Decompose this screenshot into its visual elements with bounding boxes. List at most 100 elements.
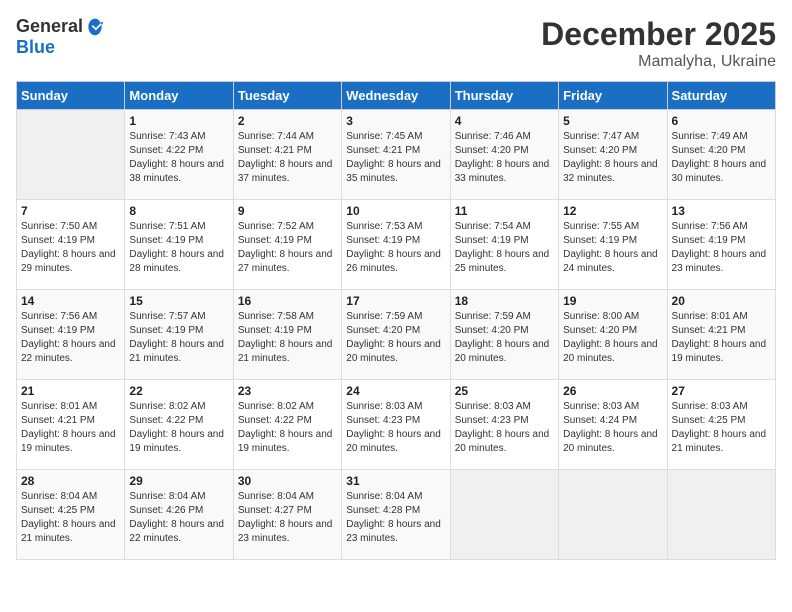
day-number: 14 [21, 294, 120, 308]
day-number: 31 [346, 474, 445, 488]
day-number: 11 [455, 204, 554, 218]
day-number: 13 [672, 204, 771, 218]
logo-blue-text: Blue [16, 37, 55, 58]
day-info: Sunrise: 8:02 AMSunset: 4:22 PMDaylight:… [238, 400, 337, 456]
calendar-cell: 7Sunrise: 7:50 AMSunset: 4:19 PMDaylight… [17, 200, 125, 290]
day-info: Sunrise: 7:50 AMSunset: 4:19 PMDaylight:… [21, 220, 120, 276]
weekday-header-wednesday: Wednesday [342, 82, 450, 110]
day-number: 23 [238, 384, 337, 398]
calendar-cell: 3 Sunrise: 7:45 AMSunset: 4:21 PMDaylight… [342, 110, 450, 200]
calendar-cell: 24 Sunrise: 8:03 AMSunset: 4:23 PMDayligh… [342, 380, 450, 470]
day-number: 12 [563, 204, 662, 218]
calendar-cell: 27 Sunrise: 8:03 AMSunset: 4:25 PMDayligh… [667, 380, 775, 470]
day-info: Sunrise: 7:55 AMSunset: 4:19 PMDaylight:… [563, 220, 662, 276]
day-info: Sunrise: 8:01 AMSunset: 4:21 PMDaylight:… [21, 400, 120, 456]
calendar-week-row: 21Sunrise: 8:01 AMSunset: 4:21 PMDayligh… [17, 380, 776, 470]
day-info: Sunrise: 8:04 AMSunset: 4:28 PMDaylight:… [346, 490, 445, 546]
day-info: Sunrise: 7:56 AMSunset: 4:19 PMDaylight:… [672, 220, 771, 276]
day-number: 16 [238, 294, 337, 308]
month-title: December 2025 [541, 16, 776, 53]
weekday-header-tuesday: Tuesday [233, 82, 341, 110]
calendar-cell: 16 Sunrise: 7:58 AMSunset: 4:19 PMDayligh… [233, 290, 341, 380]
day-info: Sunrise: 7:54 AMSunset: 4:19 PMDaylight:… [455, 220, 554, 276]
weekday-header-sunday: Sunday [17, 82, 125, 110]
day-number: 17 [346, 294, 445, 308]
logo-general-text: General [16, 16, 83, 37]
calendar-cell: 1 Sunrise: 7:43 AMSunset: 4:22 PMDaylight… [125, 110, 233, 200]
calendar-cell: 31 Sunrise: 8:04 AMSunset: 4:28 PMDayligh… [342, 470, 450, 560]
day-number: 2 [238, 114, 337, 128]
calendar-cell: 21Sunrise: 8:01 AMSunset: 4:21 PMDayligh… [17, 380, 125, 470]
day-number: 26 [563, 384, 662, 398]
day-info: Sunrise: 7:56 AMSunset: 4:19 PMDaylight:… [21, 310, 120, 366]
logo: General Blue [16, 16, 105, 58]
day-number: 18 [455, 294, 554, 308]
weekday-header-friday: Friday [559, 82, 667, 110]
weekday-header-monday: Monday [125, 82, 233, 110]
calendar-cell: 18 Sunrise: 7:59 AMSunset: 4:20 PMDayligh… [450, 290, 558, 380]
day-number: 24 [346, 384, 445, 398]
day-info: Sunrise: 8:04 AMSunset: 4:27 PMDaylight:… [238, 490, 337, 546]
weekday-header-thursday: Thursday [450, 82, 558, 110]
day-info: Sunrise: 8:03 AMSunset: 4:24 PMDaylight:… [563, 400, 662, 456]
day-number: 30 [238, 474, 337, 488]
calendar-cell: 9 Sunrise: 7:52 AMSunset: 4:19 PMDaylight… [233, 200, 341, 290]
day-number: 10 [346, 204, 445, 218]
day-info: Sunrise: 8:03 AMSunset: 4:23 PMDaylight:… [346, 400, 445, 456]
calendar-cell [667, 470, 775, 560]
day-number: 29 [129, 474, 228, 488]
day-info: Sunrise: 8:04 AMSunset: 4:26 PMDaylight:… [129, 490, 228, 546]
day-number: 22 [129, 384, 228, 398]
page-header: General Blue December 2025 Mamalyha, Ukr… [16, 16, 776, 71]
day-info: Sunrise: 7:49 AMSunset: 4:20 PMDaylight:… [672, 130, 771, 186]
day-number: 20 [672, 294, 771, 308]
day-number: 28 [21, 474, 120, 488]
day-number: 8 [129, 204, 228, 218]
day-info: Sunrise: 8:00 AMSunset: 4:20 PMDaylight:… [563, 310, 662, 366]
day-number: 1 [129, 114, 228, 128]
weekday-header-row: SundayMondayTuesdayWednesdayThursdayFrid… [17, 82, 776, 110]
calendar-week-row: 7Sunrise: 7:50 AMSunset: 4:19 PMDaylight… [17, 200, 776, 290]
day-number: 4 [455, 114, 554, 128]
calendar-cell [17, 110, 125, 200]
calendar-cell: 15Sunrise: 7:57 AMSunset: 4:19 PMDayligh… [125, 290, 233, 380]
day-info: Sunrise: 7:57 AMSunset: 4:19 PMDaylight:… [129, 310, 228, 366]
day-info: Sunrise: 7:47 AMSunset: 4:20 PMDaylight:… [563, 130, 662, 186]
day-info: Sunrise: 8:04 AMSunset: 4:25 PMDaylight:… [21, 490, 120, 546]
day-info: Sunrise: 7:53 AMSunset: 4:19 PMDaylight:… [346, 220, 445, 276]
day-info: Sunrise: 7:58 AMSunset: 4:19 PMDaylight:… [238, 310, 337, 366]
day-number: 6 [672, 114, 771, 128]
day-info: Sunrise: 7:59 AMSunset: 4:20 PMDaylight:… [455, 310, 554, 366]
calendar-table: SundayMondayTuesdayWednesdayThursdayFrid… [16, 81, 776, 560]
calendar-cell: 29 Sunrise: 8:04 AMSunset: 4:26 PMDayligh… [125, 470, 233, 560]
day-info: Sunrise: 7:51 AMSunset: 4:19 PMDaylight:… [129, 220, 228, 276]
day-info: Sunrise: 7:52 AMSunset: 4:19 PMDaylight:… [238, 220, 337, 276]
calendar-cell: 26 Sunrise: 8:03 AMSunset: 4:24 PMDayligh… [559, 380, 667, 470]
day-number: 27 [672, 384, 771, 398]
calendar-week-row: 28 Sunrise: 8:04 AMSunset: 4:25 PMDayligh… [17, 470, 776, 560]
day-info: Sunrise: 8:03 AMSunset: 4:23 PMDaylight:… [455, 400, 554, 456]
calendar-cell: 14 Sunrise: 7:56 AMSunset: 4:19 PMDayligh… [17, 290, 125, 380]
calendar-cell: 22 Sunrise: 8:02 AMSunset: 4:22 PMDayligh… [125, 380, 233, 470]
calendar-cell: 10 Sunrise: 7:53 AMSunset: 4:19 PMDayligh… [342, 200, 450, 290]
calendar-week-row: 1 Sunrise: 7:43 AMSunset: 4:22 PMDaylight… [17, 110, 776, 200]
calendar-cell: 8 Sunrise: 7:51 AMSunset: 4:19 PMDaylight… [125, 200, 233, 290]
calendar-cell: 4 Sunrise: 7:46 AMSunset: 4:20 PMDaylight… [450, 110, 558, 200]
day-number: 9 [238, 204, 337, 218]
calendar-cell: 2Sunrise: 7:44 AMSunset: 4:21 PMDaylight… [233, 110, 341, 200]
day-number: 5 [563, 114, 662, 128]
day-info: Sunrise: 7:46 AMSunset: 4:20 PMDaylight:… [455, 130, 554, 186]
day-info: Sunrise: 8:02 AMSunset: 4:22 PMDaylight:… [129, 400, 228, 456]
day-number: 3 [346, 114, 445, 128]
day-info: Sunrise: 7:43 AMSunset: 4:22 PMDaylight:… [129, 130, 228, 186]
day-info: Sunrise: 7:45 AMSunset: 4:21 PMDaylight:… [346, 130, 445, 186]
weekday-header-saturday: Saturday [667, 82, 775, 110]
day-info: Sunrise: 8:03 AMSunset: 4:25 PMDaylight:… [672, 400, 771, 456]
logo-icon [85, 17, 105, 37]
calendar-cell: 17Sunrise: 7:59 AMSunset: 4:20 PMDayligh… [342, 290, 450, 380]
calendar-cell: 30 Sunrise: 8:04 AMSunset: 4:27 PMDayligh… [233, 470, 341, 560]
calendar-cell: 23 Sunrise: 8:02 AMSunset: 4:22 PMDayligh… [233, 380, 341, 470]
day-number: 19 [563, 294, 662, 308]
calendar-cell [559, 470, 667, 560]
calendar-cell [450, 470, 558, 560]
